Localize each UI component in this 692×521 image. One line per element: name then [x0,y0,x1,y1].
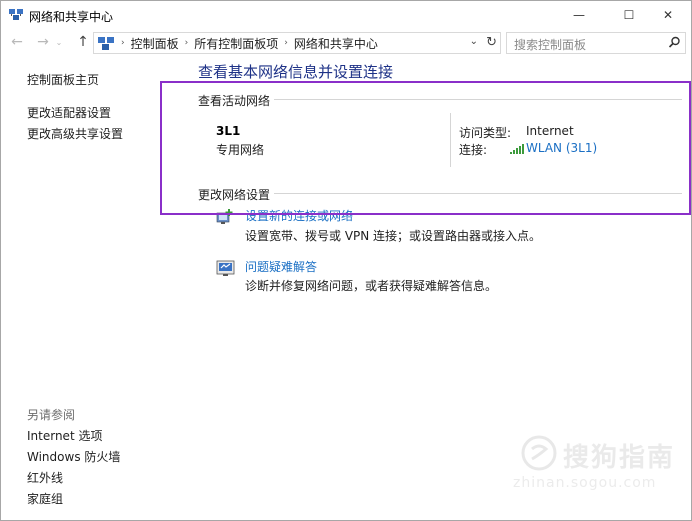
setup-new-connection-link[interactable]: 设置新的连接或网络 [245,207,353,224]
minimize-icon: — [573,8,585,22]
maximize-icon: ☐ [623,8,635,22]
watermark-text: 搜狗指南 [563,443,676,473]
window-title: 网络和共享中心 [29,10,114,24]
breadcrumb-network-center[interactable]: 网络和共享中心 [294,35,378,52]
see-also-homegroup[interactable]: 家庭组 [27,490,63,507]
recent-locations-button[interactable]: ⌄ [53,33,65,51]
troubleshoot-link[interactable]: 问题疑难解答 [245,258,317,275]
breadcrumb-separator: › [184,38,189,48]
arrow-right-icon: → [37,34,49,50]
minimize-button[interactable]: — [556,1,602,29]
active-networks-heading: 查看活动网络 [198,92,275,109]
see-also-heading: 另请参阅 [27,408,76,422]
network-type: 专用网络 [216,143,265,157]
sidebar-item-adapter-settings[interactable]: 更改适配器设置 [27,104,111,121]
troubleshoot-desc: 诊断并修复网络问题，或者获得疑难解答信息。 [245,279,498,293]
address-bar[interactable]: › 控制面板 › 所有控制面板项 › 网络和共享中心 ⌄ ↻ [93,32,501,54]
close-icon: ✕ [662,8,674,22]
setup-new-connection-desc: 设置宽带、拨号或 VPN 连接；或设置路由器或接入点。 [245,229,542,243]
back-button[interactable]: ← [7,33,27,51]
refresh-icon[interactable]: ↻ [486,35,497,50]
new-connection-icon [216,208,236,226]
search-icon[interactable] [668,36,681,52]
troubleshoot-icon [216,259,236,277]
access-type-value: Internet [526,124,574,138]
up-button[interactable]: ↑ [73,33,93,51]
breadcrumb-all-items[interactable]: 所有控制面板项 [194,35,278,52]
sogou-logo-icon [521,435,557,474]
see-also-infrared[interactable]: 红外线 [27,469,63,486]
navigation-bar: ← → ⌄ ↑ › 控制面板 › 所有控制面板项 › 网络和共享中心 ⌄ ↻ 搜… [1,29,691,55]
see-also-internet-options[interactable]: Internet 选项 [27,427,102,444]
control-panel-icon [97,35,115,51]
breadcrumb-separator: › [284,38,288,48]
search-placeholder: 搜索控制面板 [514,38,587,52]
sogou-watermark: 搜狗指南 zhinan.sogou.com [513,433,673,497]
network-center-app-icon [9,8,23,21]
access-type-label: 访问类型: [459,126,512,140]
wifi-signal-icon [510,143,524,157]
arrow-up-icon: ↑ [77,34,89,50]
network-info-divider [450,113,451,167]
sidebar-item-advanced-sharing[interactable]: 更改高级共享设置 [27,125,123,142]
page-title: 查看基本网络信息并设置连接 [198,63,394,81]
search-box[interactable]: 搜索控制面板 [506,32,686,54]
network-sharing-center-window: 网络和共享中心 — ☐ ✕ ← → ⌄ ↑ › 控制面板 › 所有控制面板项 ›… [0,0,692,521]
forward-button[interactable]: → [33,33,53,51]
connection-label: 连接: [459,143,488,157]
arrow-left-icon: ← [11,34,23,50]
see-also-windows-firewall[interactable]: Windows 防火墙 [27,448,120,465]
sidebar-item-control-panel-home[interactable]: 控制面板主页 [27,71,99,88]
address-dropdown-icon[interactable]: ⌄ [470,36,478,47]
watermark-url: zhinan.sogou.com [513,475,657,491]
network-name: 3L1 [216,124,241,138]
breadcrumb-control-panel[interactable]: 控制面板 [131,35,179,52]
breadcrumb-separator: › [121,38,125,48]
title-bar: 网络和共享中心 — ☐ ✕ [1,1,691,29]
change-settings-heading: 更改网络设置 [198,186,275,203]
chevron-down-icon: ⌄ [55,37,63,47]
wlan-connection-link[interactable]: WLAN (3L1) [526,141,597,155]
close-button[interactable]: ✕ [645,1,691,29]
